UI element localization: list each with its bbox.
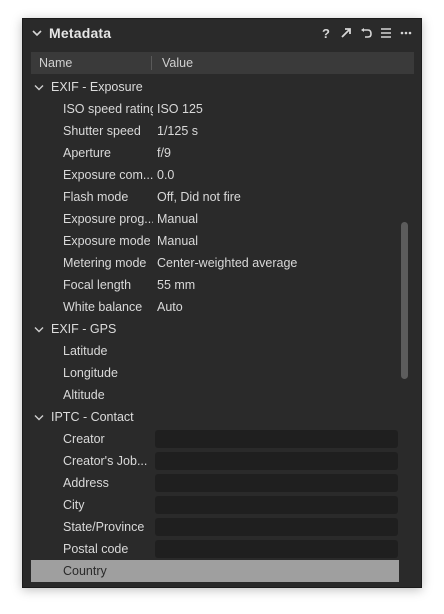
help-icon[interactable]: ? xyxy=(319,26,333,41)
metadata-row[interactable]: Country xyxy=(31,560,399,582)
metadata-row[interactable]: Longitude xyxy=(31,362,399,384)
field-value-input[interactable] xyxy=(155,540,398,558)
group-label: EXIF - GPS xyxy=(51,322,117,336)
field-value: 55 mm xyxy=(157,278,196,292)
field-name: Exposure mode xyxy=(63,234,151,248)
metadata-row[interactable]: City xyxy=(31,494,399,516)
field-name: Country xyxy=(63,564,107,578)
more-icon[interactable] xyxy=(399,26,413,40)
metadata-row[interactable]: Creator xyxy=(31,428,399,450)
metadata-row[interactable]: Exposure mode Manual xyxy=(31,230,399,252)
field-value: 1/125 s xyxy=(157,124,199,138)
field-name: Exposure prog... xyxy=(63,212,153,226)
field-name: City xyxy=(63,498,85,512)
metadata-row[interactable]: Metering mode Center-weighted average xyxy=(31,252,399,274)
group-label: IPTC - Contact xyxy=(51,410,134,424)
scrollbar-thumb[interactable] xyxy=(401,222,408,379)
field-value-input[interactable] xyxy=(155,452,398,470)
group-label: EXIF - Exposure xyxy=(51,80,143,94)
metadata-row[interactable]: Postal code xyxy=(31,538,399,560)
field-value: Manual xyxy=(157,212,198,226)
column-header: Name Value xyxy=(31,52,414,74)
field-value: 0.0 xyxy=(157,168,175,182)
field-name: State/Province xyxy=(63,520,145,534)
field-value-input[interactable] xyxy=(155,430,398,448)
panel-tools: ? xyxy=(319,26,413,41)
group-header[interactable]: EXIF - GPS xyxy=(31,318,399,340)
group-header[interactable]: EXIF - Exposure xyxy=(31,76,399,98)
field-value: Off, Did not fire xyxy=(157,190,241,204)
metadata-row[interactable]: ISO speed rating ISO 125 xyxy=(31,98,399,120)
chevron-down-icon[interactable] xyxy=(34,324,44,334)
expand-icon[interactable] xyxy=(339,26,353,40)
metadata-panel: Metadata ? Name Value EXIF - Exposure ISO… xyxy=(22,18,422,588)
field-name: Exposure com... xyxy=(63,168,153,182)
field-value: f/9 xyxy=(157,146,171,160)
field-name: Focal length xyxy=(63,278,132,292)
panel-title: Metadata xyxy=(49,25,112,41)
metadata-row[interactable]: Focal length 55 mm xyxy=(31,274,399,296)
metadata-row[interactable]: Address xyxy=(31,472,399,494)
metadata-list: EXIF - Exposure ISO speed rating ISO 125 Sh… xyxy=(31,76,399,582)
field-name: Aperture xyxy=(63,146,111,160)
metadata-row[interactable]: Altitude xyxy=(31,384,399,406)
field-name: Longitude xyxy=(63,366,118,380)
chevron-down-icon[interactable] xyxy=(34,82,44,92)
group-header[interactable]: IPTC - Contact xyxy=(31,406,399,428)
name-column-header[interactable]: Name xyxy=(31,56,152,70)
metadata-row[interactable]: White balance Auto xyxy=(31,296,399,318)
field-name: Altitude xyxy=(63,388,105,402)
field-value: ISO 125 xyxy=(157,102,203,116)
field-name: Flash mode xyxy=(63,190,129,204)
field-name: Creator xyxy=(63,432,105,446)
field-name: White balance xyxy=(63,300,143,314)
field-value-input[interactable] xyxy=(155,474,398,492)
field-name: Address xyxy=(63,476,109,490)
value-column-header[interactable]: Value xyxy=(152,56,193,70)
metadata-row[interactable]: Exposure com... 0.0 xyxy=(31,164,399,186)
field-name: ISO speed rating xyxy=(63,102,153,116)
metadata-row[interactable]: Flash mode Off, Did not fire xyxy=(31,186,399,208)
field-value: Manual xyxy=(157,234,198,248)
reset-icon[interactable] xyxy=(359,26,373,40)
metadata-row[interactable]: Exposure prog... Manual xyxy=(31,208,399,230)
metadata-row[interactable]: Shutter speed 1/125 s xyxy=(31,120,399,142)
field-value-input[interactable] xyxy=(155,518,398,536)
chevron-down-icon[interactable] xyxy=(34,412,44,422)
field-name: Latitude xyxy=(63,344,108,358)
chevron-down-icon[interactable] xyxy=(31,27,43,39)
metadata-row[interactable]: State/Province xyxy=(31,516,399,538)
field-name: Postal code xyxy=(63,542,129,556)
field-name: Metering mode xyxy=(63,256,147,270)
metadata-row[interactable]: Creator's Job... xyxy=(31,450,399,472)
field-value: Center-weighted average xyxy=(157,256,298,270)
field-name: Shutter speed xyxy=(63,124,141,138)
field-name: Creator's Job... xyxy=(63,454,148,468)
metadata-row[interactable]: Aperture f/9 xyxy=(31,142,399,164)
panel-titlebar: Metadata ? xyxy=(23,19,421,47)
field-value-input[interactable] xyxy=(155,496,398,514)
metadata-row[interactable]: Latitude xyxy=(31,340,399,362)
field-value: Auto xyxy=(157,300,183,314)
list-icon[interactable] xyxy=(379,26,393,40)
